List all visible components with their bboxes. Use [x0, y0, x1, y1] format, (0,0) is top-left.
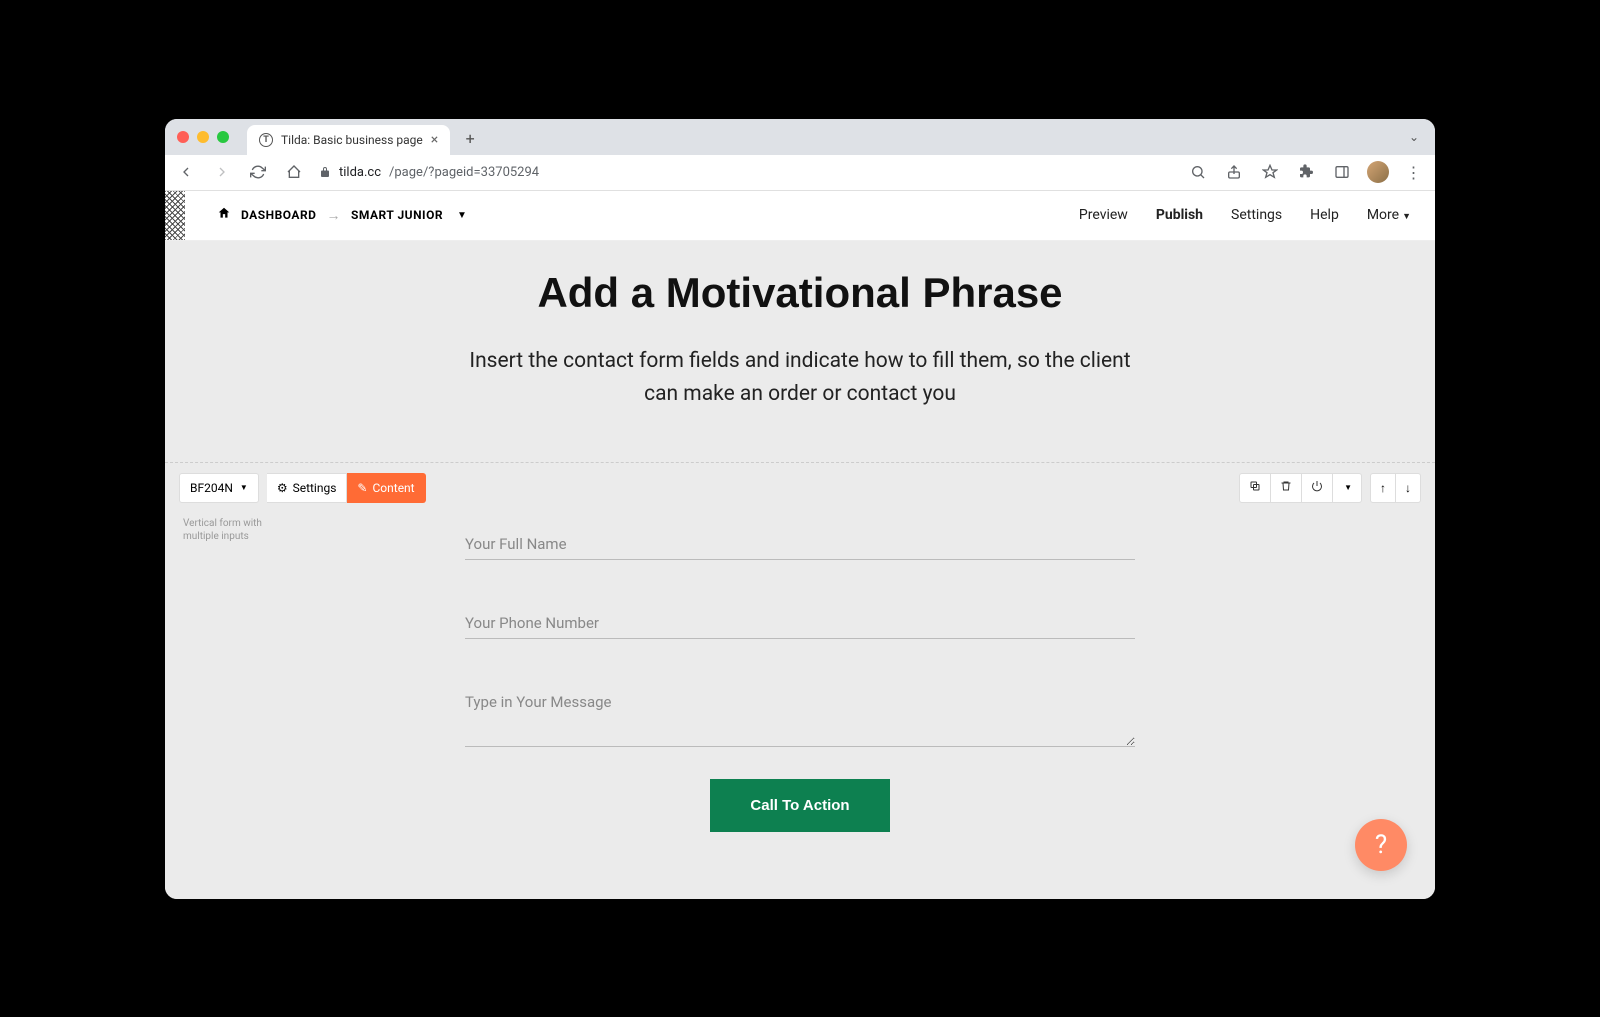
- move-block-down-button[interactable]: ↓: [1396, 473, 1421, 503]
- reload-button[interactable]: [247, 161, 269, 183]
- app-nav: Preview Publish Settings Help More▼: [1079, 207, 1411, 223]
- breadcrumb: DASHBOARD → SMART JUNIOR ▼: [217, 206, 467, 224]
- url-host: tilda.cc: [339, 165, 381, 180]
- nav-more[interactable]: More▼: [1367, 207, 1411, 223]
- nav-publish[interactable]: Publish: [1156, 207, 1203, 223]
- block-content-button[interactable]: ✎ Content: [347, 473, 425, 503]
- browser-window: T Tilda: Basic business page × + ⌄ tilda…: [165, 119, 1435, 899]
- name-input[interactable]: [465, 529, 1135, 560]
- nav-preview[interactable]: Preview: [1079, 207, 1128, 223]
- new-tab-button[interactable]: +: [458, 127, 482, 151]
- home-button[interactable]: [283, 161, 305, 183]
- pencil-icon: ✎: [357, 481, 367, 495]
- breadcrumb-caret-icon[interactable]: ▼: [457, 210, 467, 221]
- extensions-icon[interactable]: [1295, 161, 1317, 183]
- trash-icon: [1280, 480, 1292, 495]
- page-canvas: Add a Motivational Phrase Insert the con…: [165, 241, 1435, 899]
- url-path: /page/?pageid=33705294: [389, 165, 539, 180]
- arrow-up-icon: ↑: [1380, 481, 1386, 495]
- form-block[interactable]: Call To Action: [465, 503, 1135, 872]
- arrow-down-icon: ↓: [1405, 481, 1411, 495]
- tab-title: Tilda: Basic business page: [281, 133, 423, 147]
- form-field-phone: [465, 608, 1135, 639]
- delete-block-button[interactable]: [1271, 473, 1302, 503]
- lock-icon: [319, 166, 331, 178]
- duplicate-block-button[interactable]: [1239, 473, 1271, 503]
- sidepanel-icon[interactable]: [1331, 161, 1353, 183]
- chevron-down-icon: ▼: [1344, 483, 1352, 492]
- close-tab-icon[interactable]: ×: [431, 132, 438, 148]
- tab-favicon-icon: T: [259, 133, 273, 147]
- block-id-button[interactable]: BF204N ▼: [179, 473, 259, 503]
- url-input[interactable]: tilda.cc/page/?pageid=33705294: [319, 165, 1173, 180]
- bookmark-icon[interactable]: [1259, 161, 1281, 183]
- question-icon: ?: [1375, 830, 1387, 860]
- phone-input[interactable]: [465, 608, 1135, 639]
- hero-block[interactable]: Add a Motivational Phrase Insert the con…: [165, 241, 1435, 462]
- block-toolbar: BF204N ▼ ⚙ Settings ✎ Content Vertical f…: [165, 463, 1435, 503]
- power-icon: [1311, 480, 1323, 495]
- block-description: Vertical form with multiple inputs: [183, 517, 293, 543]
- help-fab-button[interactable]: ?: [1355, 819, 1407, 871]
- search-icon[interactable]: [1187, 161, 1209, 183]
- close-window-button[interactable]: [177, 131, 189, 143]
- toggle-block-button[interactable]: [1302, 473, 1333, 503]
- app-header: DASHBOARD → SMART JUNIOR ▼ Preview Publi…: [165, 191, 1435, 241]
- nav-settings[interactable]: Settings: [1231, 207, 1282, 223]
- breadcrumb-project[interactable]: SMART JUNIOR: [351, 208, 443, 222]
- message-textarea[interactable]: [465, 687, 1135, 747]
- hero-subtitle: Insert the contact form fields and indic…: [460, 345, 1140, 412]
- maximize-window-button[interactable]: [217, 131, 229, 143]
- profile-avatar[interactable]: [1367, 161, 1389, 183]
- nav-help[interactable]: Help: [1310, 207, 1339, 223]
- copy-icon: [1249, 480, 1261, 495]
- share-icon[interactable]: [1223, 161, 1245, 183]
- block-settings-button[interactable]: ⚙ Settings: [267, 473, 348, 503]
- browser-tab-bar: T Tilda: Basic business page × + ⌄: [165, 119, 1435, 155]
- cta-button[interactable]: Call To Action: [710, 779, 889, 832]
- expand-tabs-icon[interactable]: ⌄: [1409, 130, 1423, 144]
- window-traffic-lights: [177, 131, 229, 143]
- browser-menu-icon[interactable]: ⋮: [1403, 161, 1425, 183]
- hero-title: Add a Motivational Phrase: [205, 269, 1395, 317]
- move-block-up-button[interactable]: ↑: [1370, 473, 1396, 503]
- browser-tab[interactable]: T Tilda: Basic business page ×: [247, 125, 450, 155]
- gear-icon: ⚙: [277, 481, 288, 495]
- breadcrumb-dashboard[interactable]: DASHBOARD: [241, 208, 316, 222]
- form-field-name: [465, 529, 1135, 560]
- forward-button[interactable]: [211, 161, 233, 183]
- chevron-down-icon: ▼: [1402, 212, 1411, 222]
- back-button[interactable]: [175, 161, 197, 183]
- home-icon[interactable]: [217, 206, 231, 224]
- minimize-window-button[interactable]: [197, 131, 209, 143]
- browser-address-bar: tilda.cc/page/?pageid=33705294 ⋮: [165, 155, 1435, 191]
- form-field-message: [465, 687, 1135, 751]
- chevron-down-icon: ▼: [240, 483, 248, 492]
- block-more-button[interactable]: ▼: [1333, 473, 1362, 503]
- breadcrumb-arrow-icon: →: [326, 207, 341, 224]
- decorative-zigzag: [165, 191, 185, 240]
